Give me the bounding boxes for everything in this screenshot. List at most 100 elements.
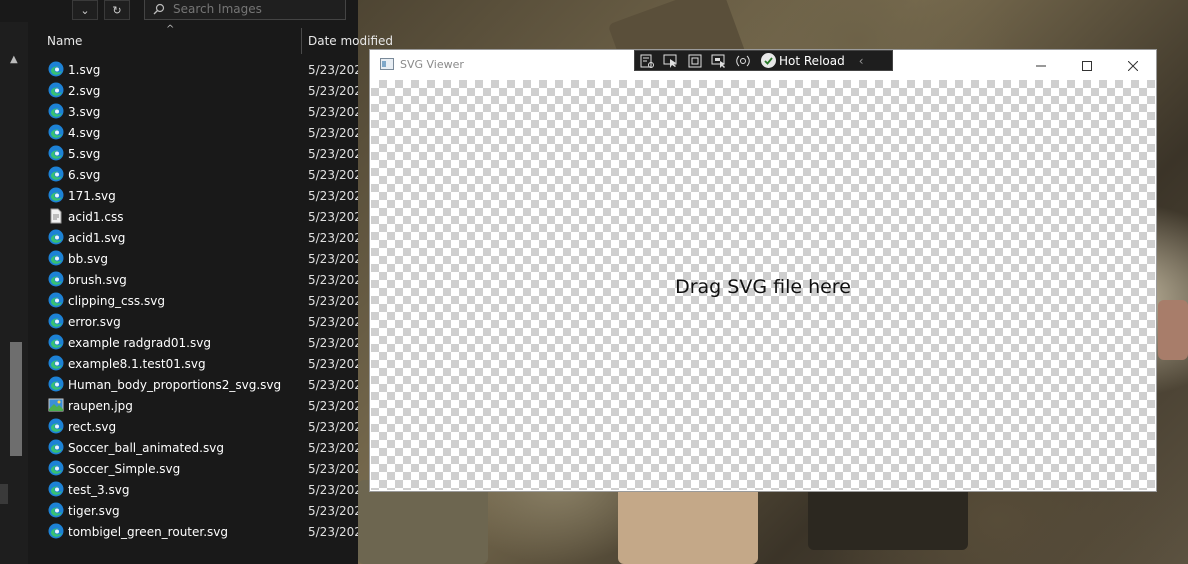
- edge-browser-icon: [48, 124, 64, 140]
- file-row[interactable]: brush.svg 5/23/2021: [40, 269, 358, 290]
- file-row[interactable]: 2.svg 5/23/2021: [40, 80, 358, 101]
- file-name: 6.svg: [68, 168, 101, 182]
- file-name: bb.svg: [68, 252, 109, 266]
- file-row[interactable]: Soccer_Simple.svg 5/23/2021: [40, 458, 358, 479]
- file-date-modified: 5/23/2021: [308, 357, 358, 371]
- nav-item-marker: [0, 484, 8, 504]
- search-input[interactable]: [173, 2, 333, 16]
- edge-browser-icon: [48, 355, 64, 371]
- edge-browser-icon: [48, 166, 64, 182]
- file-row[interactable]: rect.svg 5/23/2021: [40, 416, 358, 437]
- binding-failures-icon[interactable]: [731, 51, 755, 71]
- file-date-modified: 5/23/2021: [308, 504, 358, 518]
- file-date-modified: 5/23/2021: [308, 420, 358, 434]
- file-row[interactable]: example8.1.test01.svg 5/23/2021: [40, 353, 358, 374]
- file-row[interactable]: tombigel_green_router.svg 5/23/2021: [40, 521, 358, 542]
- file-name: acid1.svg: [68, 231, 126, 245]
- column-date-label: Date modified: [308, 34, 394, 48]
- column-date-header[interactable]: Date modified: [308, 34, 393, 48]
- file-row[interactable]: 6.svg 5/23/2021: [40, 164, 358, 185]
- edge-browser-icon: [48, 523, 64, 539]
- file-date-modified: 5/23/2021: [308, 84, 358, 98]
- file-date-modified: 5/23/2021: [308, 441, 358, 455]
- file-date-modified: 5/23/2021: [308, 189, 358, 203]
- file-row[interactable]: acid1.css 5/23/2021: [40, 206, 358, 227]
- live-visual-tree-icon[interactable]: [635, 51, 659, 71]
- sort-ascending-icon: ^: [166, 24, 175, 35]
- column-separator[interactable]: [301, 28, 302, 54]
- file-row[interactable]: 4.svg 5/23/2021: [40, 122, 358, 143]
- chevron-down-icon: ⌄: [80, 3, 90, 17]
- edge-browser-icon: [48, 271, 64, 287]
- file-date-modified: 5/23/2021: [308, 63, 358, 77]
- file-row[interactable]: example radgrad01.svg 5/23/2021: [40, 332, 358, 353]
- file-date-modified: 5/23/2021: [308, 105, 358, 119]
- svg-drop-area[interactable]: Drag SVG file here: [371, 80, 1155, 490]
- file-row[interactable]: 5.svg 5/23/2021: [40, 143, 358, 164]
- drop-hint-text: Drag SVG file here: [675, 276, 851, 298]
- file-date-modified: 5/23/2021: [308, 168, 358, 182]
- search-box[interactable]: [144, 0, 346, 20]
- display-layout-adorners-icon[interactable]: [683, 51, 707, 71]
- file-row[interactable]: error.svg 5/23/2021: [40, 311, 358, 332]
- file-date-modified: 5/23/2021: [308, 210, 358, 224]
- edge-browser-icon: [48, 439, 64, 455]
- file-row[interactable]: 171.svg 5/23/2021: [40, 185, 358, 206]
- close-icon: [1127, 56, 1139, 75]
- file-name: 4.svg: [68, 126, 101, 140]
- scrollbar-thumb[interactable]: [10, 342, 22, 456]
- file-name: 1.svg: [68, 63, 101, 77]
- close-button[interactable]: [1110, 50, 1156, 80]
- file-name: acid1.css: [68, 210, 124, 224]
- file-date-modified: 5/23/2021: [308, 252, 358, 266]
- edge-browser-icon: [48, 334, 64, 350]
- maximize-button[interactable]: [1064, 50, 1110, 80]
- title-bar[interactable]: SVG Viewer Hot Reload ‹: [370, 50, 1156, 80]
- file-name: rect.svg: [68, 420, 117, 434]
- file-name: Human_body_proportions2_svg.svg: [68, 378, 282, 392]
- file-date-modified: 5/23/2021: [308, 378, 358, 392]
- image-file-icon: [48, 397, 64, 413]
- edge-browser-icon: [48, 82, 64, 98]
- recent-locations-button[interactable]: ⌄: [72, 0, 98, 20]
- search-icon: [145, 3, 173, 15]
- file-list: 1.svg 5/23/2021 2.svg 5/23/2021 3.svg 5/23/20…: [40, 59, 358, 542]
- edge-browser-icon: [48, 61, 64, 77]
- column-name-header[interactable]: Name: [47, 34, 82, 48]
- file-row[interactable]: Human_body_proportions2_svg.svg 5/23/2021: [40, 374, 358, 395]
- file-date-modified: 5/23/2021: [308, 525, 358, 539]
- file-name: 2.svg: [68, 84, 101, 98]
- file-row[interactable]: Soccer_ball_animated.svg 5/23/2021: [40, 437, 358, 458]
- minimize-icon: [1036, 56, 1046, 75]
- file-row[interactable]: clipping_css.svg 5/23/2021: [40, 290, 358, 311]
- edge-browser-icon: [48, 376, 64, 392]
- edge-browser-icon: [48, 187, 64, 203]
- file-date-modified: 5/23/2021: [308, 483, 358, 497]
- collapse-toolbar-icon[interactable]: ‹: [859, 54, 864, 68]
- select-element-icon[interactable]: [659, 51, 683, 71]
- edge-browser-icon: [48, 292, 64, 308]
- file-date-modified: 5/23/2021: [308, 231, 358, 245]
- file-row[interactable]: tiger.svg 5/23/2021: [40, 500, 358, 521]
- file-name: tombigel_green_router.svg: [68, 525, 229, 539]
- track-focus-icon[interactable]: [707, 51, 731, 71]
- file-row[interactable]: bb.svg 5/23/2021: [40, 248, 358, 269]
- file-row[interactable]: test_3.svg 5/23/2021: [40, 479, 358, 500]
- file-name: 171.svg: [68, 189, 116, 203]
- scroll-up-arrow-icon[interactable]: ▲: [10, 54, 18, 65]
- file-row[interactable]: 1.svg 5/23/2021: [40, 59, 358, 80]
- file-row[interactable]: acid1.svg 5/23/2021: [40, 227, 358, 248]
- file-row[interactable]: 3.svg 5/23/2021: [40, 101, 358, 122]
- file-date-modified: 5/23/2021: [308, 315, 358, 329]
- edge-browser-icon: [48, 502, 64, 518]
- file-row[interactable]: raupen.jpg 5/23/2021: [40, 395, 358, 416]
- svg-viewer-window: SVG Viewer Hot Reload ‹ Drag SVG file he…: [370, 50, 1156, 491]
- file-name: 3.svg: [68, 105, 101, 119]
- file-name: clipping_css.svg: [68, 294, 165, 308]
- file-name: Soccer_Simple.svg: [68, 462, 181, 476]
- edge-browser-icon: [48, 229, 64, 245]
- minimize-button[interactable]: [1018, 50, 1064, 80]
- file-name: error.svg: [68, 315, 121, 329]
- hot-reload-button[interactable]: Hot Reload: [761, 53, 845, 68]
- refresh-button[interactable]: ↻: [104, 0, 130, 20]
